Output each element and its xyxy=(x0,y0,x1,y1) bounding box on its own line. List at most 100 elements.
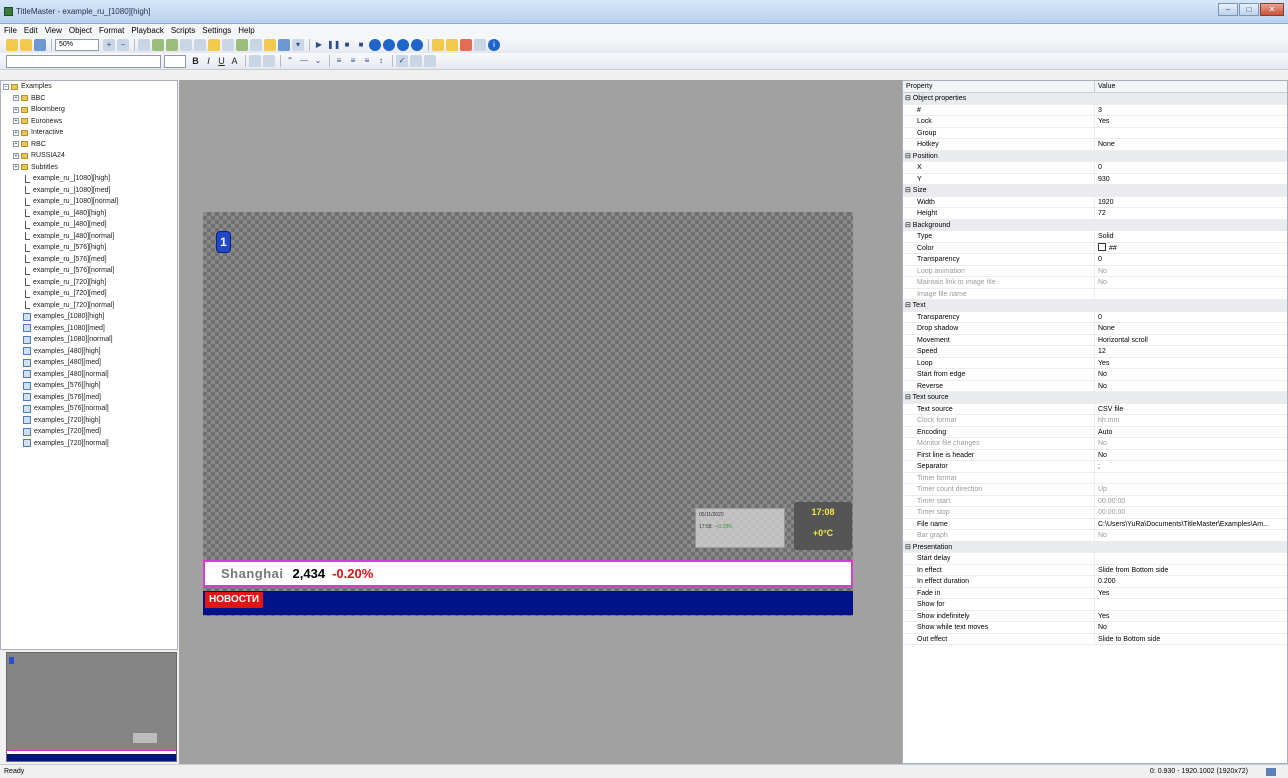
picture-icon[interactable] xyxy=(166,39,178,51)
tree-document[interactable]: examples_[480][high] xyxy=(1,346,177,358)
align-center-icon[interactable]: ≡ xyxy=(347,55,359,67)
stop-all-icon[interactable]: ■ xyxy=(355,39,367,51)
tree-script[interactable]: example_ru_[1080][high] xyxy=(1,173,177,185)
property-value[interactable]: No xyxy=(1095,381,1287,392)
ticker-strip[interactable]: Shanghai 2,434 -0.20% xyxy=(203,560,853,587)
tree-script[interactable]: example_ru_[720][med] xyxy=(1,288,177,300)
font-family-select[interactable] xyxy=(6,54,161,68)
minimize-button[interactable]: – xyxy=(1218,3,1238,16)
property-row[interactable]: Speed 12 xyxy=(903,346,1287,358)
editor-canvas[interactable]: 1 05/11/2020 17:58 +0.28% 17:08 +0°C Shan… xyxy=(203,212,853,616)
news-bar[interactable]: НОВОСТИ xyxy=(203,591,853,615)
property-value[interactable]: No xyxy=(1095,266,1287,277)
tree-script[interactable]: example_ru_[576][high] xyxy=(1,242,177,254)
property-row[interactable]: Y 930 xyxy=(903,173,1287,185)
property-row[interactable]: Bar graph No xyxy=(903,530,1287,542)
menu-scripts[interactable]: Scripts xyxy=(171,26,195,35)
property-value[interactable]: None xyxy=(1095,139,1287,150)
property-row[interactable]: Drop shadow None xyxy=(903,323,1287,335)
property-value[interactable]: No xyxy=(1095,369,1287,380)
property-row[interactable]: Lock Yes xyxy=(903,116,1287,128)
video-object-icon[interactable] xyxy=(236,39,248,51)
open-folder-icon[interactable] xyxy=(20,39,32,51)
property-category[interactable]: ⊟ Position xyxy=(903,150,1287,162)
property-value[interactable]: No xyxy=(1095,277,1287,288)
expand-icon[interactable]: + xyxy=(13,118,19,125)
tree-script[interactable]: example_ru_[480][normal] xyxy=(1,231,177,243)
menu-playback[interactable]: Playback xyxy=(131,26,163,35)
property-row[interactable]: Reverse No xyxy=(903,380,1287,392)
property-value[interactable]: 00:00:00 xyxy=(1095,507,1287,518)
property-value[interactable] xyxy=(1095,599,1287,610)
property-value[interactable]: Yes xyxy=(1095,358,1287,369)
property-row[interactable]: Timer stop 00:00:00 xyxy=(903,507,1287,519)
property-value[interactable]: ## xyxy=(1095,242,1287,254)
check-icon[interactable]: ✓ xyxy=(396,55,408,67)
property-row[interactable]: Height 72 xyxy=(903,208,1287,220)
property-category[interactable]: ⊟ Text xyxy=(903,300,1287,312)
property-row[interactable]: Show indefinitely Yes xyxy=(903,610,1287,622)
tree-root[interactable]: − Examples xyxy=(1,81,177,93)
frame-icon[interactable] xyxy=(410,55,422,67)
tree-script[interactable]: example_ru_[720][normal] xyxy=(1,300,177,312)
tree-folder[interactable]: + Subtitles xyxy=(1,162,177,174)
property-value[interactable]: No xyxy=(1095,450,1287,461)
tree-script[interactable]: example_ru_[1080][normal] xyxy=(1,196,177,208)
tree-folder[interactable]: + Bloomberg xyxy=(1,104,177,116)
property-value[interactable]: No xyxy=(1095,438,1287,449)
tree-script[interactable]: example_ru_[480][med] xyxy=(1,219,177,231)
property-row[interactable]: Loop Yes xyxy=(903,357,1287,369)
property-row[interactable]: Timer start 00:00:00 xyxy=(903,495,1287,507)
property-row[interactable]: Text source CSV file xyxy=(903,403,1287,415)
property-value[interactable]: Slide to Bottom side xyxy=(1095,634,1287,645)
property-value[interactable]: 00:00:00 xyxy=(1095,496,1287,507)
font-size-select[interactable] xyxy=(164,54,186,68)
property-row[interactable]: Group xyxy=(903,127,1287,139)
stop-icon[interactable]: ■ xyxy=(341,39,353,51)
property-value[interactable]: 0 xyxy=(1095,162,1287,173)
property-row[interactable]: In effect duration 0.200 xyxy=(903,576,1287,588)
zoom-select[interactable]: 50% xyxy=(55,39,99,51)
clock-object-icon[interactable] xyxy=(180,39,192,51)
color-swatch[interactable] xyxy=(1098,242,1106,251)
tree-script[interactable]: example_ru_[1080][med] xyxy=(1,185,177,197)
property-value[interactable]: hh:mm xyxy=(1095,415,1287,426)
info-icon[interactable]: i xyxy=(488,39,500,51)
property-row[interactable]: Transparency 0 xyxy=(903,311,1287,323)
clear-icon[interactable] xyxy=(424,55,436,67)
expand-icon[interactable]: + xyxy=(13,164,19,171)
menu-edit[interactable]: Edit xyxy=(24,26,38,35)
property-row[interactable]: Out effect Slide to Bottom side xyxy=(903,633,1287,645)
close-button[interactable]: ✕ xyxy=(1260,3,1284,16)
output-dropdown-icon[interactable]: ▾ xyxy=(292,39,304,51)
property-value[interactable]: 0.200 xyxy=(1095,576,1287,587)
tree-document[interactable]: examples_[576][normal] xyxy=(1,403,177,415)
bold-button[interactable]: B xyxy=(190,55,201,67)
property-row[interactable]: Show while text moves No xyxy=(903,622,1287,634)
property-row[interactable]: Separator; xyxy=(903,461,1287,473)
property-value[interactable]: 12 xyxy=(1095,346,1287,357)
property-row[interactable]: Width 1920 xyxy=(903,196,1287,208)
play-icon[interactable]: ▶ xyxy=(313,39,325,51)
new-icon[interactable] xyxy=(6,39,18,51)
tree-script[interactable]: example_ru_[480][high] xyxy=(1,208,177,220)
property-row[interactable]: Maintain link to image file No xyxy=(903,277,1287,289)
property-value[interactable]: Yes xyxy=(1095,588,1287,599)
property-row[interactable]: Monitor file changes No xyxy=(903,438,1287,450)
underline-button[interactable]: U xyxy=(216,55,227,67)
output-3-icon[interactable] xyxy=(397,39,409,51)
align-right-icon[interactable]: ≡ xyxy=(361,55,373,67)
text-object-icon[interactable] xyxy=(208,39,220,51)
property-value[interactable]: 3 xyxy=(1095,105,1287,116)
menu-file[interactable]: File xyxy=(4,26,17,35)
logo-object-icon[interactable] xyxy=(222,39,234,51)
property-value[interactable]: None xyxy=(1095,323,1287,334)
tree-folder[interactable]: + Euronews xyxy=(1,116,177,128)
examples-tree[interactable]: − Examples + BBC + Bloomberg + Euronews + Inter… xyxy=(0,80,178,650)
property-row[interactable]: First line is header No xyxy=(903,449,1287,461)
expand-icon[interactable]: + xyxy=(13,152,19,159)
property-row[interactable]: Hotkey None xyxy=(903,139,1287,151)
menu-settings[interactable]: Settings xyxy=(202,26,231,35)
monitor-icon[interactable] xyxy=(278,39,290,51)
editor-canvas-area[interactable]: 1 05/11/2020 17:58 +0.28% 17:08 +0°C Shan… xyxy=(179,80,902,764)
